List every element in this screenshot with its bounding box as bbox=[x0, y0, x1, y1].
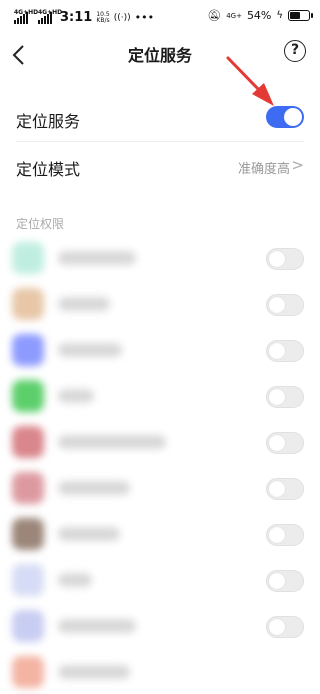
status-bar-right: 🔕︎ 4G+ 54% ϟ bbox=[207, 9, 313, 22]
app-icon bbox=[12, 380, 44, 412]
location-mode-label: 定位模式 bbox=[16, 160, 81, 179]
location-service-row[interactable]: 定位服务 bbox=[0, 94, 320, 142]
toggle-knob bbox=[269, 573, 285, 589]
app-icon bbox=[12, 656, 44, 688]
question-circle-icon: ? bbox=[290, 42, 300, 58]
app-row[interactable] bbox=[0, 236, 320, 282]
location-mode-value: 准确度高 bbox=[237, 162, 290, 177]
permissions-section-title: 定位权限 bbox=[16, 217, 65, 231]
toggle-knob bbox=[284, 108, 302, 126]
toggle-knob bbox=[269, 435, 285, 451]
toggle-knob bbox=[269, 619, 285, 635]
app-name bbox=[58, 435, 166, 449]
location-service-toggle[interactable] bbox=[266, 106, 304, 128]
battery-percent: 54% bbox=[246, 9, 272, 22]
app-icon bbox=[12, 472, 44, 504]
clock: 3:11 bbox=[60, 10, 93, 25]
network-speed: 10.5 KB/s bbox=[96, 11, 110, 24]
network-type-1: 4G+HD bbox=[14, 8, 39, 16]
app-permission-toggle[interactable] bbox=[266, 340, 304, 362]
hotspot-icon: ((·)) bbox=[113, 12, 131, 23]
app-permission-toggle[interactable] bbox=[266, 478, 304, 500]
app-row[interactable] bbox=[0, 374, 320, 420]
app-name bbox=[58, 481, 130, 495]
app-permission-toggle[interactable] bbox=[266, 248, 304, 270]
app-row[interactable] bbox=[0, 420, 320, 466]
more-notifications-icon: ••• bbox=[134, 11, 155, 24]
app-permission-toggle[interactable] bbox=[266, 570, 304, 592]
battery-icon bbox=[288, 10, 313, 21]
toggle-knob bbox=[269, 481, 285, 497]
app-permission-toggle[interactable] bbox=[266, 524, 304, 546]
location-service-label: 定位服务 bbox=[16, 112, 81, 131]
help-button[interactable]: ? bbox=[284, 40, 306, 62]
app-icon bbox=[12, 242, 44, 274]
status-bar-left: 4G+HD 4G+HD 3:11 10.5 KB/s ((·)) ••• bbox=[14, 9, 155, 25]
toggle-knob bbox=[269, 251, 285, 267]
app-name bbox=[58, 619, 136, 633]
status-bar: 4G+HD 4G+HD 3:11 10.5 KB/s ((·)) ••• 🔕︎ … bbox=[0, 0, 320, 34]
app-row[interactable] bbox=[0, 512, 320, 558]
app-row[interactable] bbox=[0, 604, 320, 650]
chevron-right-icon: > bbox=[291, 156, 304, 174]
app-name bbox=[58, 573, 92, 587]
network-speed-unit: KB/s bbox=[96, 16, 110, 24]
small-network-label: 4G+ bbox=[226, 11, 242, 20]
app-row[interactable] bbox=[0, 558, 320, 604]
toggle-knob bbox=[269, 527, 285, 543]
app-name bbox=[58, 665, 130, 679]
app-permission-toggle[interactable] bbox=[266, 294, 304, 316]
app-name bbox=[58, 389, 94, 403]
app-name bbox=[58, 527, 120, 541]
app-row[interactable] bbox=[0, 328, 320, 374]
signal-icon-2: 4G+HD bbox=[38, 9, 62, 24]
battery-fill bbox=[290, 12, 300, 19]
app-icon bbox=[12, 610, 44, 642]
app-permission-toggle[interactable] bbox=[266, 386, 304, 408]
toggle-knob bbox=[269, 343, 285, 359]
toggle-knob bbox=[269, 389, 285, 405]
app-icon bbox=[12, 288, 44, 320]
page-title: 定位服务 bbox=[127, 46, 192, 65]
mute-icon: 🔕︎ bbox=[207, 9, 222, 22]
app-icon bbox=[12, 518, 44, 550]
toggle-knob bbox=[269, 297, 285, 313]
signal-icon: 4G+HD bbox=[14, 9, 38, 24]
location-mode-row[interactable]: 定位模式 准确度高 > bbox=[0, 142, 320, 190]
network-type-2: 4G+HD bbox=[38, 8, 63, 16]
charging-icon: ϟ bbox=[276, 10, 283, 21]
app-row[interactable] bbox=[0, 466, 320, 512]
app-icon bbox=[12, 426, 44, 458]
title-bar: 定位服务 ? bbox=[0, 34, 320, 74]
app-name bbox=[58, 251, 136, 265]
app-row[interactable] bbox=[0, 282, 320, 328]
app-row[interactable] bbox=[0, 650, 320, 694]
app-permission-toggle[interactable] bbox=[266, 432, 304, 454]
app-icon bbox=[12, 564, 44, 596]
app-name bbox=[58, 297, 110, 311]
app-icon bbox=[12, 334, 44, 366]
app-name bbox=[58, 343, 122, 357]
app-permission-toggle[interactable] bbox=[266, 616, 304, 638]
